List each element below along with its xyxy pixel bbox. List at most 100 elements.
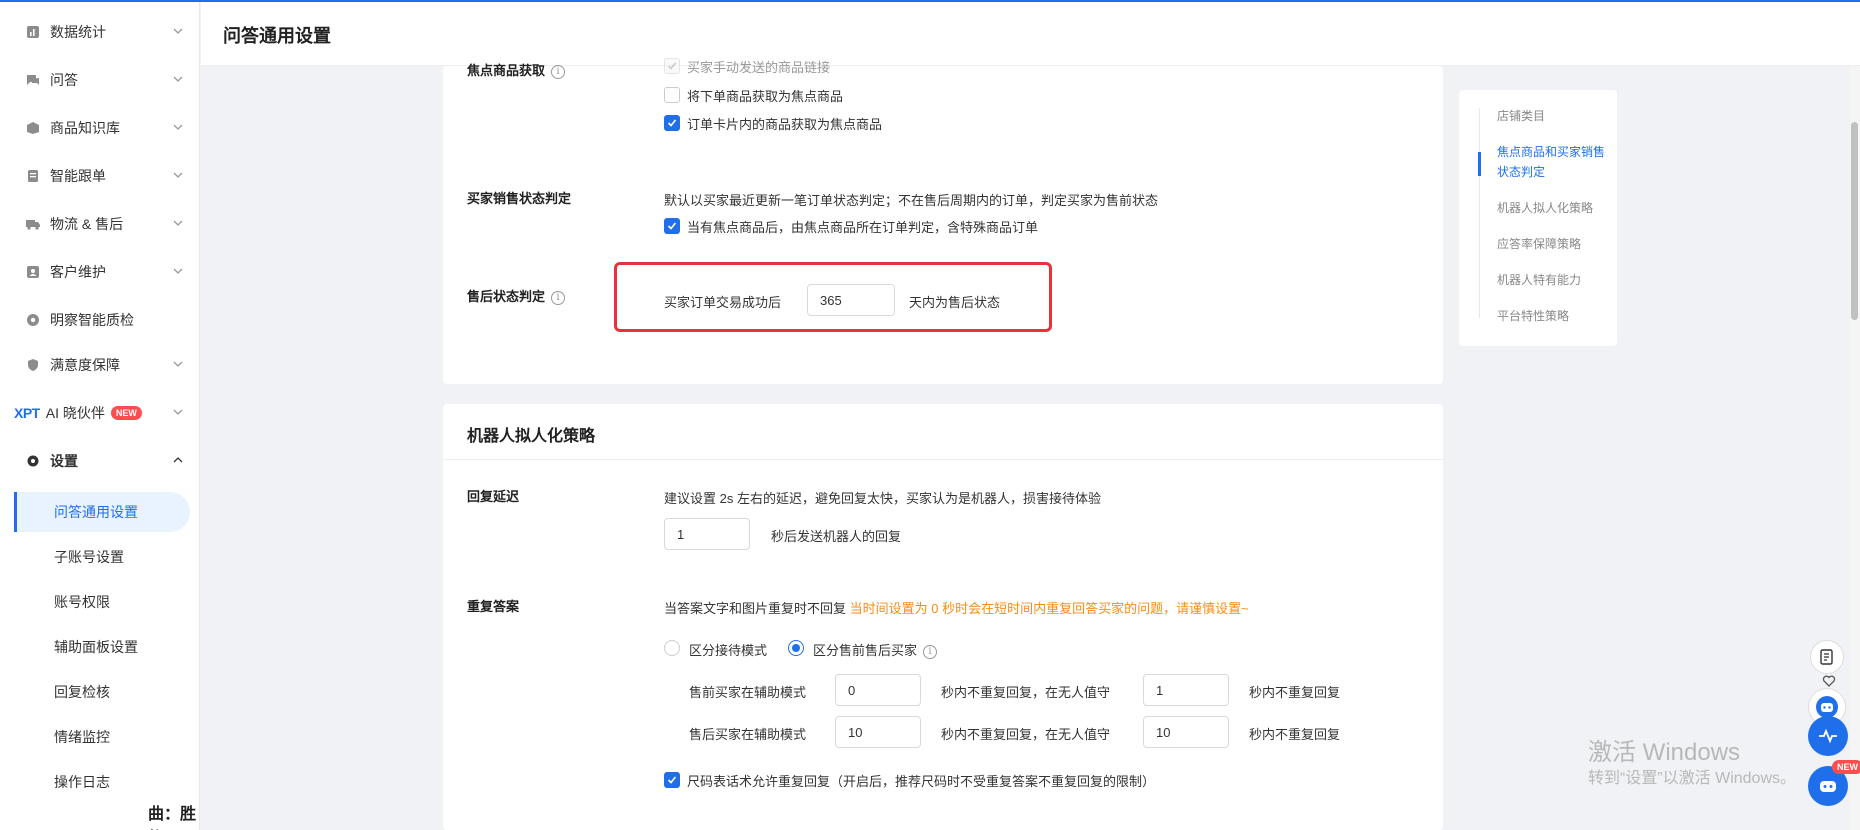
windows-watermark-subtitle: 转到“设置”以激活 Windows。 [1588,770,1797,787]
aftersale-label-text: 售后状态判定 [467,289,546,304]
customer-icon [26,265,40,279]
mode2-text: 区分售前售后买家 [813,643,918,658]
sidebar-item-tracking[interactable]: 智能跟单 [0,156,200,196]
sub-item-label: 回复检核 [54,684,110,700]
sidebar-item-logistics[interactable]: 物流 & 售后 [0,204,200,244]
sidebar-item-label: 商品知识库 [50,120,120,136]
presale-unattended-input[interactable] [1143,674,1229,706]
mode-presale-aftersale-radio[interactable] [788,640,804,656]
sidebar-item-label: 满意度保障 [50,357,120,373]
aftersale-assist-label: 售后买家在辅助模式 [689,727,807,742]
sub-item-label: 情绪监控 [54,729,110,745]
focus-order-label: 当有焦点商品后，由焦点商品所在订单判定，含特殊商品订单 [687,220,1039,235]
anchor-focus-status[interactable]: 焦点商品和买家销售状态判定 [1497,142,1607,182]
sidebar-item-label: 物流 & 售后 [50,216,124,232]
sub-item-label: 辅助面板设置 [54,639,138,655]
chevron-down-icon [173,268,183,274]
info-icon[interactable]: i [551,64,566,79]
sidebar-item-label: 问答 [50,72,78,88]
sidebar-item-inspect[interactable]: 明察智能质检 [0,300,200,340]
document-icon [26,169,40,183]
notes-icon[interactable] [1810,640,1844,674]
windows-watermark-title: 激活 Windows [1588,739,1741,766]
info-icon[interactable]: i [923,644,938,659]
focus-product-label: 焦点商品获取 i [467,60,566,79]
chevron-down-icon [173,28,183,34]
focus-label-text: 焦点商品获取 [467,63,546,78]
sub-item-subaccount[interactable]: 子账号设置 [14,537,190,577]
mode-presale-aftersale-label: 区分售前售后买家 i [813,640,938,659]
sidebar-item-settings[interactable]: 设置 [0,441,200,481]
aftersale-mid-label: 秒内不重复回复，在无人值守 [941,727,1111,742]
sidebar-item-stats[interactable]: 数据统计 [0,12,200,52]
float-new-badge: NEW [1832,760,1860,774]
chevron-down-icon [173,361,183,367]
shield-icon [26,358,40,372]
sub-item-review[interactable]: 回复检核 [14,672,190,712]
order-card-checkbox[interactable] [664,115,680,131]
sidebar-item-label: 客户维护 [50,264,106,280]
sub-item-panel[interactable]: 辅助面板设置 [14,627,190,667]
xpt-logo: XPT [14,405,40,421]
sub-item-emotion[interactable]: 情绪监控 [14,717,190,757]
chart-icon [26,25,40,39]
gear-icon [26,454,40,468]
sidebar-item-ai[interactable]: XPT AI 晓伙伴 NEW [0,393,200,433]
scrollbar-thumb[interactable] [1851,122,1858,320]
new-badge: NEW [110,406,142,420]
order-product-checkbox[interactable] [664,87,680,103]
anchor-response-rate[interactable]: 应答率保障策略 [1497,234,1607,254]
pulse-icon[interactable] [1808,716,1848,756]
mode-reception-radio[interactable] [664,640,680,656]
sub-item-log[interactable]: 操作日志 [14,762,190,802]
sub-item-qa-general[interactable]: 问答通用设置 [14,492,190,532]
focus-settings-card: 焦点商品获取 i 买家手动发送的商品链接 将下单商品获取为焦点商品 订单卡片内的商… [443,58,1443,384]
repeat-answer-desc: 当答案文字和图片重复时不回复 当时间设置为 0 秒时会在短时间内重复回答买家的问… [664,598,1249,617]
sidebar-item-knowledge[interactable]: 商品知识库 [0,108,200,148]
presale-assist-input[interactable] [835,674,921,706]
sidebar-item-label: AI 晓伙伴 [45,405,105,421]
aftersale-unattended-input[interactable] [1143,716,1229,748]
presale-mid-label: 秒内不重复回复，在无人值守 [941,685,1111,700]
chevron-up-icon [173,457,183,463]
section-title: 机器人拟人化策略 [467,428,596,445]
sidebar-item-label: 智能跟单 [50,168,106,184]
aftersale-assist-input[interactable] [835,716,921,748]
sidebar: 数据统计 问答 商品知识库 智能跟单 物流 & 售后 客户维护 明察智能质检 满… [0,2,200,830]
sub-item-permission[interactable]: 账号权限 [14,582,190,622]
buyer-status-desc: 默认以买家最近更新一笔订单状态判定；不在售后周期内的订单，判定买家为售前状态 [664,193,1159,208]
reply-delay-label: 回复延迟 [467,489,520,504]
manual-link-checkbox[interactable] [664,58,680,74]
reply-delay-suffix: 秒后发送机器人的回复 [771,529,902,544]
repeat-answer-label: 重复答案 [467,599,520,614]
sidebar-item-label: 数据统计 [50,24,106,40]
anchor-platform-strategy[interactable]: 平台特性策略 [1497,306,1607,326]
anchor-nav: 店铺类目 焦点商品和买家销售状态判定 机器人拟人化策略 应答率保障策略 机器人特… [1459,90,1617,346]
chevron-down-icon [173,76,183,82]
sidebar-item-label: 设置 [50,453,78,469]
anchor-active-marker [1478,152,1481,176]
sidebar-item-satisfaction[interactable]: 满意度保障 [0,345,200,385]
chat-icon [26,73,40,87]
anchor-robot-humanize[interactable]: 机器人拟人化策略 [1497,198,1607,218]
divider [443,459,1443,460]
sub-item-label: 子账号设置 [54,549,124,565]
sidebar-item-customer[interactable]: 客户维护 [0,252,200,292]
reply-delay-input[interactable] [664,518,750,550]
manual-link-label: 买家手动发送的商品链接 [687,60,831,75]
aftersale-status-label: 售后状态判定 i [467,286,566,305]
header: 问答通用设置 [201,2,1860,66]
info-icon[interactable]: i [551,290,566,305]
size-repeat-label: 尺码表话术允许重复回复（开启后，推荐尺码时不受重复答案不重复回复的限制） [687,774,1156,789]
page-title: 问答通用设置 [223,26,331,46]
order-card-label: 订单卡片内的商品获取为焦点商品 [687,117,883,132]
anchor-shop-category[interactable]: 店铺类目 [1497,106,1607,126]
highlight-annotation-box [614,262,1052,332]
repeat-desc-text: 当答案文字和图片重复时不回复 [664,601,847,616]
box-icon [26,121,40,135]
buyer-status-label: 买家销售状态判定 [467,191,572,206]
anchor-robot-ability[interactable]: 机器人特有能力 [1497,270,1607,290]
sidebar-item-qa[interactable]: 问答 [0,60,200,100]
focus-order-checkbox[interactable] [664,218,680,234]
size-repeat-checkbox[interactable] [664,772,680,788]
